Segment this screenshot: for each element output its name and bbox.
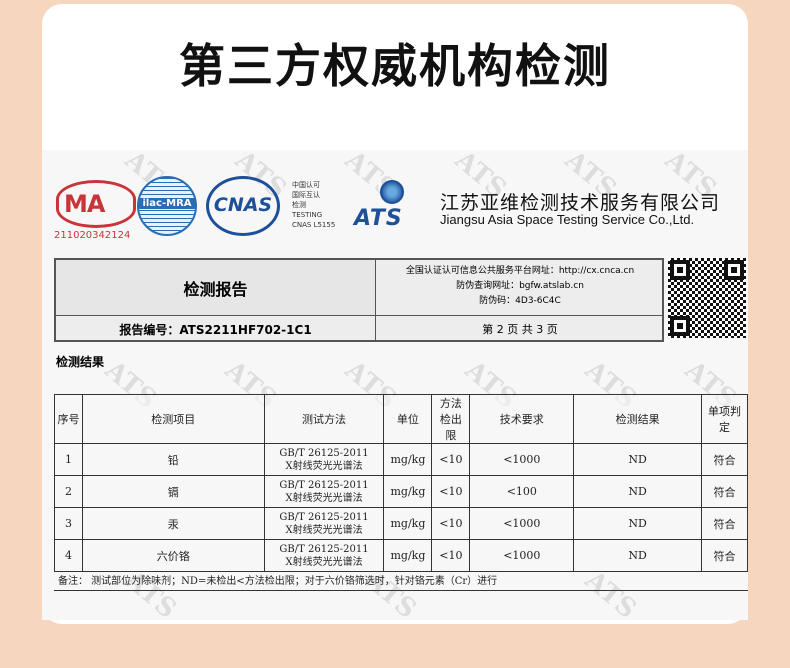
cell-verdict: 符合 bbox=[701, 475, 748, 508]
method-technique: X射线荧光光谱法 bbox=[285, 524, 363, 536]
cell-limit: <10 bbox=[431, 443, 471, 476]
cma-number: 211020342124 bbox=[54, 230, 131, 241]
cell-limit: <10 bbox=[431, 507, 471, 540]
header-limit: 方法检出限 bbox=[431, 394, 471, 444]
method-standard: GB/T 26125-2011 bbox=[279, 511, 369, 523]
anti-counterfeit-code: 防伪码：4D3-6C4C bbox=[479, 296, 561, 306]
cnca-url-line: 全国认证认可信息公共服务平台网址：http://cx.cnca.cn bbox=[405, 266, 635, 276]
header-verdict: 单项判定 bbox=[701, 394, 748, 444]
cnas-accreditation-text: 中国认可 国际互认 检测 TESTING CNAS L5155 bbox=[292, 180, 335, 230]
cell-method: GB/T 26125-2011 X射线荧光光谱法 bbox=[263, 539, 385, 572]
report-title: 检测报告 bbox=[56, 260, 376, 316]
cell-requirement: <1000 bbox=[469, 443, 575, 476]
cell-requirement: <100 bbox=[469, 475, 575, 508]
method-technique: X射线荧光光谱法 bbox=[285, 460, 363, 472]
method-standard: GB/T 26125-2011 bbox=[279, 479, 369, 491]
test-report-document: ATS ATS ATS ATS ATS ATS ATS ATS ATS ATS … bbox=[42, 150, 748, 620]
page-indicator: 第 2 页 共 3 页 bbox=[482, 323, 558, 336]
cell-method: GB/T 26125-2011 X射线荧光光谱法 bbox=[263, 507, 385, 540]
cell-item: 镉 bbox=[81, 475, 265, 508]
note-divider bbox=[54, 590, 748, 591]
cell-no: 2 bbox=[54, 475, 83, 508]
method-standard: GB/T 26125-2011 bbox=[279, 447, 369, 459]
company-name-en: Jiangsu Asia Space Testing Service Co.,L… bbox=[440, 212, 695, 227]
cma-logo-text: MA bbox=[64, 190, 105, 218]
cnas-line: 检测 bbox=[292, 201, 306, 209]
report-header-table: 检测报告 报告编号：ATS2211HF702-1C1 全国认证认可信息公共服务平… bbox=[54, 258, 664, 342]
cell-unit: mg/kg bbox=[383, 475, 433, 508]
table-header-row: 序号 检测项目 测试方法 单位 方法检出限 技术要求 检测结果 单项判定 bbox=[54, 394, 748, 444]
header-method: 测试方法 bbox=[263, 394, 385, 444]
cell-limit: <10 bbox=[431, 539, 471, 572]
remarks-note: 备注： 测试部位为除味剂；ND=未检出<方法检出限；对于六价铬筛选时，针对铬元素… bbox=[58, 576, 498, 587]
verification-info: 全国认证认可信息公共服务平台网址：http://cx.cnca.cn 防伪查询网… bbox=[376, 260, 664, 316]
header-item: 检测项目 bbox=[81, 394, 265, 444]
table-row: 2 镉 GB/T 26125-2011 X射线荧光光谱法 mg/kg <10 <1… bbox=[54, 475, 748, 508]
header-requirement: 技术要求 bbox=[469, 394, 575, 444]
ilac-mra-logo-text: ilac-MRA bbox=[138, 198, 196, 209]
cell-verdict: 符合 bbox=[701, 507, 748, 540]
cell-verdict: 符合 bbox=[701, 443, 748, 476]
cnas-line: CNAS L5155 bbox=[292, 221, 336, 229]
method-technique: X射线荧光光谱法 bbox=[285, 492, 363, 504]
cell-limit: <10 bbox=[431, 475, 471, 508]
cell-requirement: <1000 bbox=[469, 539, 575, 572]
qr-finder bbox=[670, 260, 690, 280]
company-name-cn: 江苏亚维检测技术服务有限公司 bbox=[440, 192, 721, 214]
anti-counterfeit-url-line: 防伪查询网址：bgfw.atslab.cn bbox=[456, 281, 584, 291]
watermark: ATS bbox=[579, 565, 642, 620]
cell-result: ND bbox=[573, 475, 702, 508]
method-standard: GB/T 26125-2011 bbox=[279, 543, 369, 555]
cell-method: GB/T 26125-2011 X射线荧光光谱法 bbox=[263, 475, 385, 508]
table-row: 4 六价铬 GB/T 26125-2011 X射线荧光光谱法 mg/kg <10 … bbox=[54, 539, 748, 572]
cell-item: 六价铬 bbox=[81, 539, 265, 572]
results-table: 序号 检测项目 测试方法 单位 方法检出限 技术要求 检测结果 单项判定 1 铅… bbox=[54, 394, 748, 572]
cell-no: 1 bbox=[54, 443, 83, 476]
header-unit: 单位 bbox=[383, 394, 433, 444]
cell-no: 3 bbox=[54, 507, 83, 540]
header-result: 检测结果 bbox=[573, 394, 702, 444]
cell-verdict: 符合 bbox=[701, 539, 748, 572]
cell-result: ND bbox=[573, 507, 702, 540]
cell-item: 铅 bbox=[81, 443, 265, 476]
qr-finder bbox=[724, 260, 744, 280]
method-technique: X射线荧光光谱法 bbox=[285, 556, 363, 568]
cell-unit: mg/kg bbox=[383, 443, 433, 476]
page-title: 第三方权威机构检测 bbox=[179, 39, 611, 93]
cnas-logo-text: CNAS bbox=[213, 194, 273, 216]
cnas-line: TESTING bbox=[292, 211, 323, 219]
results-label: 检测结果 bbox=[56, 355, 105, 369]
header-no: 序号 bbox=[54, 394, 83, 444]
cell-no: 4 bbox=[54, 539, 83, 572]
qr-finder bbox=[670, 316, 690, 336]
cell-result: ND bbox=[573, 539, 702, 572]
cell-item: 汞 bbox=[81, 507, 265, 540]
table-row: 1 铅 GB/T 26125-2011 X射线荧光光谱法 mg/kg <10 <1… bbox=[54, 443, 748, 476]
cell-requirement: <1000 bbox=[469, 507, 575, 540]
table-row: 3 汞 GB/T 26125-2011 X射线荧光光谱法 mg/kg <10 <1… bbox=[54, 507, 748, 540]
cell-unit: mg/kg bbox=[383, 539, 433, 572]
cell-unit: mg/kg bbox=[383, 507, 433, 540]
qr-code-icon bbox=[668, 258, 746, 338]
report-number: 报告编号：ATS2211HF702-1C1 bbox=[56, 316, 376, 342]
ats-logo-text: ATS bbox=[354, 206, 403, 231]
cell-result: ND bbox=[573, 443, 702, 476]
cnas-line: 中国认可 bbox=[292, 181, 320, 189]
globe-icon bbox=[380, 180, 404, 204]
cell-method: GB/T 26125-2011 X射线荧光光谱法 bbox=[263, 443, 385, 476]
cnas-line: 国际互认 bbox=[292, 191, 320, 199]
